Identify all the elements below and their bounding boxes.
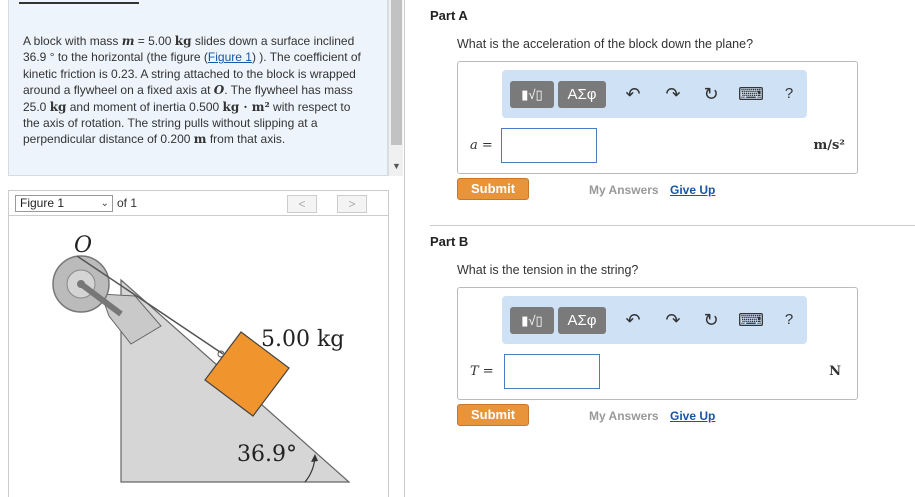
scrollbar-thumb[interactable] [391, 0, 402, 145]
part-b-submit-button[interactable]: Submit [457, 404, 529, 426]
variable-label: T = [470, 364, 494, 379]
answer-input[interactable] [501, 128, 597, 163]
figure-count: of 1 [117, 196, 138, 210]
figure-canvas: O 5.00 kg 36.9° [8, 216, 389, 497]
problem-statement: A block with mass m = 5.00 kg slides dow… [8, 0, 388, 176]
problem-text-segment: = 5.00 [134, 34, 175, 48]
math-toolbar: ▮√▯ ΑΣφ ↶ ↷ ↻ ⌨ ? [502, 296, 807, 344]
part-b-title: Part B [430, 234, 469, 249]
unit-kg-m2: kg · m² [222, 99, 270, 114]
problem-text-segment: from that axis. [206, 132, 286, 147]
axis-label: O [74, 233, 92, 258]
reset-icon[interactable]: ↻ [700, 83, 722, 105]
reset-icon[interactable]: ↻ [700, 309, 722, 331]
figure-link[interactable]: Figure 1 [208, 50, 252, 64]
incline-flywheel-diagram: O 5.00 kg 36.9° [52, 233, 351, 483]
part-b-my-answers-link[interactable]: My Answers [589, 409, 659, 423]
problem-pane: A block with mass m = 5.00 kg slides dow… [0, 0, 405, 497]
help-icon[interactable]: ? [778, 309, 800, 331]
greek-symbols-button[interactable]: ΑΣφ [558, 81, 606, 108]
figure-navigation: Figure 1 ⌄ of 1 < > [8, 190, 389, 216]
unit-kg: kg [49, 99, 67, 114]
templates-button[interactable]: ▮√▯ [510, 81, 554, 108]
angle-label: 36.9° [237, 442, 297, 467]
help-icon[interactable]: ? [778, 83, 800, 105]
chevron-down-icon: ⌄ [100, 198, 109, 209]
math-toolbar: ▮√▯ ΑΣφ ↶ ↷ ↻ ⌨ ? [502, 70, 807, 118]
part-b-question: What is the tension in the string? [457, 263, 639, 277]
problem-text-segment: A block with mass [23, 34, 122, 48]
keyboard-icon[interactable]: ⌨ [738, 309, 764, 331]
prev-figure-button[interactable]: < [287, 195, 317, 213]
part-b-give-up-link[interactable]: Give Up [670, 409, 715, 423]
unit-label: N [829, 364, 841, 379]
redo-icon[interactable]: ↷ [662, 309, 684, 331]
part-a-title: Part A [430, 8, 468, 23]
unit-kg: kg [174, 34, 192, 48]
part-a-my-answers-link[interactable]: My Answers [589, 183, 659, 197]
next-figure-button[interactable]: > [337, 195, 367, 213]
undo-icon[interactable]: ↶ [622, 309, 644, 331]
figure-select[interactable]: Figure 1 ⌄ [15, 195, 113, 212]
part-a-give-up-link[interactable]: Give Up [670, 183, 715, 197]
templates-button[interactable]: ▮√▯ [510, 307, 554, 334]
variable-label: a = [470, 138, 493, 153]
figure-select-value: Figure 1 [20, 196, 65, 210]
redo-icon[interactable]: ↷ [662, 83, 684, 105]
mass-symbol: m [121, 34, 135, 48]
scroll-down-arrow-icon[interactable]: ▼ [392, 161, 401, 171]
unit-label: m/s² [813, 138, 845, 153]
answer-input[interactable] [504, 354, 600, 389]
problem-text-segment: and moment of inertia 0.500 [66, 99, 223, 114]
part-a-answer-box: ▮√▯ ΑΣφ ↶ ↷ ↻ ⌨ ? a = m/s² [457, 61, 858, 174]
part-a-submit-button[interactable]: Submit [457, 178, 529, 200]
part-divider [430, 225, 915, 226]
mass-label: 5.00 kg [261, 327, 344, 352]
part-a-question: What is the acceleration of the block do… [457, 37, 754, 51]
keyboard-icon[interactable]: ⌨ [738, 83, 764, 105]
problem-scrollbar[interactable]: ▼ [388, 0, 403, 176]
greek-symbols-button[interactable]: ΑΣφ [558, 307, 606, 334]
undo-icon[interactable]: ↶ [622, 83, 644, 105]
unit-m: m [193, 132, 207, 147]
header-fragment [19, 0, 139, 4]
problem-text: A block with mass m = 5.00 kg slides dow… [23, 33, 363, 148]
part-b-answer-box: ▮√▯ ΑΣφ ↶ ↷ ↻ ⌨ ? T = N [457, 287, 858, 400]
axis-symbol: O [213, 83, 225, 98]
